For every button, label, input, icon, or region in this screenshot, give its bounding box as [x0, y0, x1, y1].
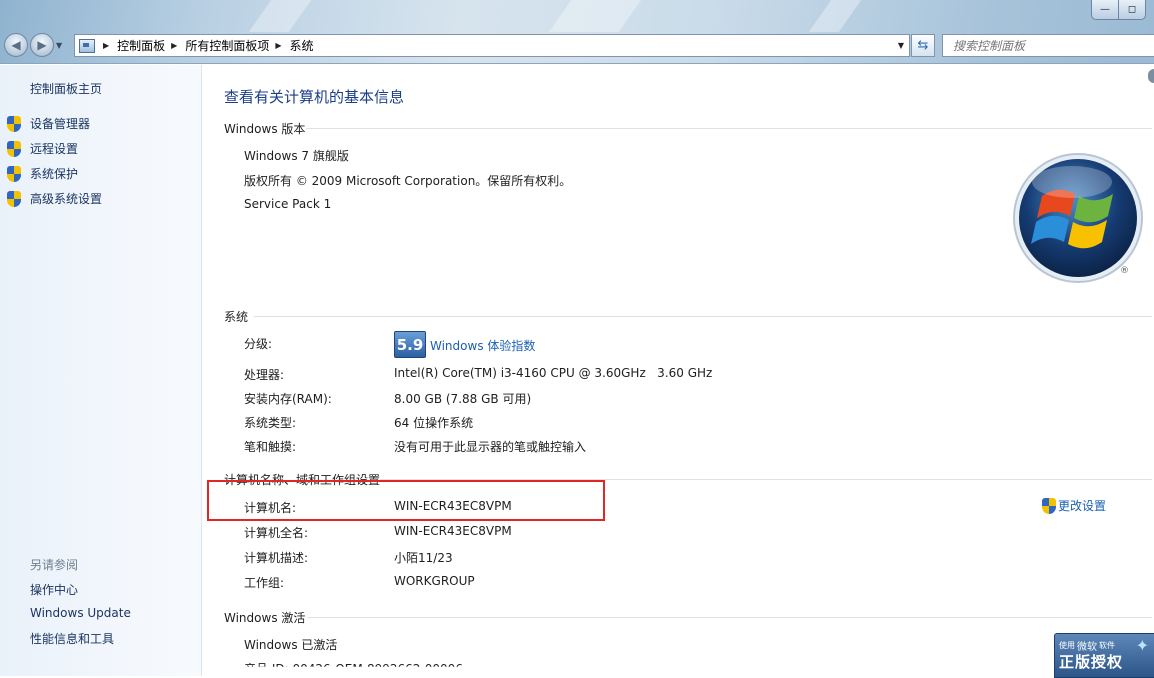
control-panel-icon — [79, 38, 95, 53]
main-content: 查看有关计算机的基本信息 Windows 版本 Windows 7 旗舰版 版权… — [202, 65, 1154, 678]
see-also-heading: 另请参阅 — [30, 558, 79, 572]
workgroup-value: WORKGROUP — [394, 574, 475, 588]
experience-index-badge[interactable]: 5.9 — [394, 331, 426, 358]
glass-reflection — [248, 0, 312, 32]
address-dropdown-icon[interactable]: ▼ — [898, 41, 904, 50]
breadcrumb-label: 控制面板 — [117, 39, 166, 53]
see-also-performance-link[interactable]: 性能信息和工具 — [30, 630, 114, 647]
forward-button[interactable]: ▶ — [30, 33, 54, 57]
breadcrumb: ▶ — [103, 41, 117, 50]
refresh-button[interactable]: ⇆ — [911, 34, 935, 57]
left-navigation-pane: 控制面板主页 设备管理器 远程设置 系统保护 高级系统设置 另请参阅 操作中心 … — [0, 65, 202, 676]
window-title-bar: — ◻ ◀ ▶ ▼ ▶ 控制面板 ▶ 所有控制面板项 ▶ 系统 ▼ ⇆ — [0, 0, 1154, 64]
service-pack: Service Pack 1 — [244, 197, 332, 211]
glass-reflection — [808, 0, 862, 32]
maximize-button[interactable]: ◻ — [1119, 0, 1146, 20]
section-divider — [308, 617, 1152, 618]
breadcrumb-label: 系统 — [289, 39, 314, 53]
change-settings-link[interactable]: 更改设置 — [1042, 497, 1106, 514]
navigation-buttons: ◀ ▶ ▼ — [4, 33, 62, 57]
uac-shield-icon — [1042, 497, 1056, 514]
experience-index-link[interactable]: Windows 体验指数 — [430, 337, 535, 354]
section-heading-activation: Windows 激活 — [224, 611, 306, 625]
genuine-badge-text: 软件 — [1099, 641, 1115, 650]
breadcrumb-separator-icon[interactable]: ▶ — [275, 41, 281, 50]
windows-logo-icon — [1013, 153, 1143, 283]
system-type-label: 系统类型: — [244, 416, 297, 430]
sidebar-item-system-protection[interactable]: 系统保护 — [7, 165, 78, 182]
section-divider — [306, 128, 1152, 129]
search-input[interactable] — [951, 37, 1154, 54]
minimize-icon: — — [1100, 4, 1110, 15]
edition-name: Windows 7 旗舰版 — [244, 149, 349, 163]
breadcrumb-item[interactable]: 控制面板 — [117, 37, 165, 54]
rating-label: 分级: — [244, 337, 273, 351]
uac-shield-icon — [7, 190, 21, 207]
uac-shield-icon — [7, 165, 21, 182]
scroll-indicator[interactable] — [1148, 69, 1154, 83]
section-heading-system: 系统 — [224, 310, 249, 324]
genuine-software-badge[interactable]: 使用 微软 软件 正版授权 ✦ — [1054, 633, 1154, 678]
change-settings-label: 更改设置 — [1058, 499, 1107, 513]
computer-fullname-value: WIN-ECR43EC8VPM — [394, 524, 512, 538]
refresh-icon: ⇆ — [917, 38, 929, 53]
sidebar-item-remote-settings[interactable]: 远程设置 — [7, 140, 78, 157]
uac-shield-icon — [7, 115, 21, 132]
breadcrumb-item[interactable]: ▶ 所有控制面板项 — [171, 37, 269, 54]
forward-arrow-icon: ▶ — [37, 38, 47, 52]
ram-label: 安装内存(RAM): — [244, 392, 332, 406]
uac-shield-icon — [7, 140, 21, 157]
pen-touch-label: 笔和触摸: — [244, 440, 297, 454]
see-also-action-center-link[interactable]: 操作中心 — [30, 581, 78, 598]
recent-pages-dropdown[interactable]: ▼ — [56, 41, 62, 50]
system-type-value: 64 位操作系统 — [394, 416, 474, 430]
search-box[interactable] — [942, 34, 1154, 57]
genuine-badge-title: 正版授权 — [1059, 653, 1124, 671]
product-id: 产品 ID: 00426-OEM-8992662-00006 — [244, 662, 463, 676]
sidebar-item-device-manager[interactable]: 设备管理器 — [7, 115, 90, 132]
breadcrumb-separator-icon[interactable]: ▶ — [171, 41, 177, 50]
maximize-icon: ◻ — [1127, 4, 1137, 15]
workgroup-label: 工作组: — [244, 576, 285, 590]
sidebar-item-label: 系统保护 — [30, 167, 79, 181]
computer-description-value: 小陌11/23 — [394, 551, 453, 565]
highlight-annotation — [207, 480, 605, 521]
section-divider — [254, 316, 1152, 317]
processor-value: Intel(R) Core(TM) i3-4160 CPU @ 3.60GHz … — [394, 366, 713, 380]
sidebar-item-advanced-settings[interactable]: 高级系统设置 — [7, 190, 102, 207]
section-heading-edition: Windows 版本 — [224, 122, 306, 136]
star-icon: ✦ — [1135, 636, 1149, 655]
pen-touch-value: 没有可用于此显示器的笔或触控输入 — [394, 440, 587, 454]
glass-reflection — [548, 0, 642, 32]
computer-fullname-label: 计算机全名: — [244, 526, 309, 540]
sidebar-item-label: 设备管理器 — [30, 117, 91, 131]
registered-mark: ® — [1120, 266, 1129, 276]
see-also-windows-update-link[interactable]: Windows Update — [30, 606, 131, 620]
activation-status: Windows 已激活 — [244, 638, 338, 652]
sidebar-item-label: 高级系统设置 — [30, 192, 103, 206]
processor-label: 处理器: — [244, 368, 285, 382]
minimize-button[interactable]: — — [1091, 0, 1119, 20]
ram-value: 8.00 GB (7.88 GB 可用) — [394, 392, 532, 406]
edition-copyright: 版权所有 © 2009 Microsoft Corporation。保留所有权利… — [244, 174, 572, 188]
back-arrow-icon: ◀ — [11, 38, 21, 52]
sidebar-item-label: 远程设置 — [30, 142, 79, 156]
computer-description-label: 计算机描述: — [244, 551, 309, 565]
breadcrumb-item[interactable]: ▶ 系统 — [275, 37, 313, 54]
address-bar[interactable]: ▶ 控制面板 ▶ 所有控制面板项 ▶ 系统 ▼ — [74, 34, 910, 57]
back-button[interactable]: ◀ — [4, 33, 28, 57]
breadcrumb-label: 所有控制面板项 — [185, 39, 270, 53]
control-panel-home-link[interactable]: 控制面板主页 — [30, 80, 102, 97]
breadcrumb-separator-icon[interactable]: ▶ — [103, 41, 109, 50]
page-title: 查看有关计算机的基本信息 — [224, 88, 405, 106]
genuine-badge-text: 使用 — [1059, 641, 1075, 650]
window-controls: — ◻ — [1091, 0, 1146, 20]
